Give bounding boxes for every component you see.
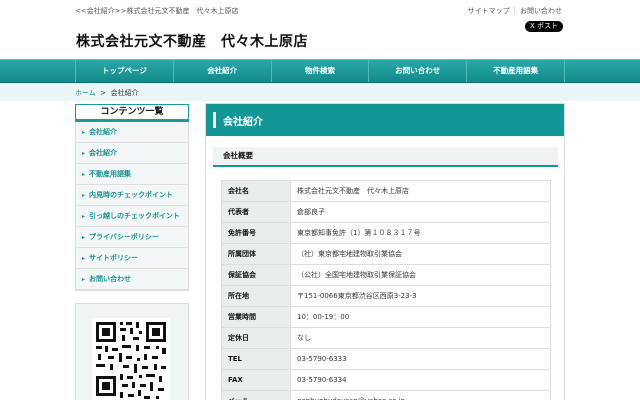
sidebar-item-label: 会社紹介 <box>89 149 118 157</box>
chevron-right-icon: ▸ <box>82 150 86 157</box>
site-title[interactable]: 株式会社元文不動産 代々木上原店 <box>76 31 308 51</box>
qr-code-panel <box>75 303 189 400</box>
nav-item-top[interactable]: トップページ <box>75 60 173 82</box>
row-value: （公社）全国宅地建物取引業保証協会 <box>290 264 551 286</box>
breadcrumb-separator: > <box>100 89 107 97</box>
sidebar-item-label: 不動産用語集 <box>89 170 132 178</box>
sidebar-item-label: 内見時のチェックポイント <box>89 191 174 199</box>
main-content: 会社紹介 会社概要 会社名 株式会社元文不動産 代々木上原店 代表者 倉部良子 免許… <box>205 103 565 400</box>
row-label: TEL <box>221 348 291 370</box>
table-row: 所在地 〒151-0066東京都渋谷区西原3-23-3 <box>221 285 551 307</box>
row-label: 営業時間 <box>221 306 291 328</box>
row-value: 株式会社元文不動産 代々木上原店 <box>290 180 551 202</box>
sidebar-item-viewing-checkpoints[interactable]: ▸ 内見時のチェックポイント <box>76 185 188 206</box>
table-row: 免許番号 東京都知事免許（1）第１０８３１７号 <box>221 222 551 244</box>
row-label: FAX <box>221 369 291 391</box>
table-row: 代表者 倉部良子 <box>221 201 551 223</box>
sidebar-item-glossary[interactable]: ▸ 不動産用語集 <box>76 164 188 185</box>
chevron-right-icon: ▸ <box>82 234 86 241</box>
sidebar-item-moving-checkpoints[interactable]: ▸ 引っ越しのチェックポイント <box>76 206 188 227</box>
sidebar-title: コンテンツ一覧 <box>75 104 189 122</box>
x-post-button[interactable]: X ポスト <box>525 21 563 32</box>
qr-code-image <box>92 318 170 400</box>
chevron-right-icon: ▸ <box>82 276 86 283</box>
section-title: 会社概要 <box>213 147 558 167</box>
table-row: FAX 03-5790-6334 <box>221 369 551 391</box>
chevron-right-icon: ▸ <box>82 171 86 178</box>
title-accent-bar <box>213 112 216 128</box>
top-bar: <<会社紹介>>株式会社元文不動産 代々木上原店 サイトマップ | お問い合わせ <box>0 0 640 18</box>
row-label: 所属団体 <box>221 243 291 265</box>
chevron-right-icon: ▸ <box>82 213 86 220</box>
email-link[interactable]: genbunhudousan@yahoo.co.jp <box>290 390 551 400</box>
chevron-right-icon: ▸ <box>82 192 86 199</box>
row-value: 10：00-19：00 <box>290 306 551 328</box>
row-label: 代表者 <box>221 201 291 223</box>
nav-item-contact[interactable]: お問い合わせ <box>368 60 466 82</box>
breadcrumb: ホーム > 会社紹介 <box>75 88 139 98</box>
row-label: メール <box>221 390 291 400</box>
row-value: 東京都知事免許（1）第１０８３１７号 <box>290 222 551 244</box>
top-breadcrumb[interactable]: <<会社紹介>>株式会社元文不動産 代々木上原店 <box>75 6 238 16</box>
table-row: 定休日 なし <box>221 327 551 349</box>
row-value: 倉部良子 <box>290 201 551 223</box>
table-row: TEL 03-5790-6333 <box>221 348 551 370</box>
table-row: 営業時間 10：00-19：00 <box>221 306 551 328</box>
global-nav: トップページ 会社紹介 物件検索 お問い合わせ 不動産用語集 <box>0 59 640 83</box>
row-value: 03-5790-6334 <box>290 369 551 391</box>
sidebar-item-contact[interactable]: ▸ お問い合わせ <box>76 269 188 290</box>
sidebar-item-label: 会社紹介 <box>89 128 118 136</box>
sidebar: コンテンツ一覧 ▸ 会社紹介 ▸ 会社紹介 ▸ 不動産用語集 ▸ 内見時のチェックポイン… <box>75 104 189 291</box>
nav-item-glossary[interactable]: 不動産用語集 <box>466 60 565 82</box>
row-label: 会社名 <box>221 180 291 202</box>
row-value: 〒151-0066東京都渋谷区西原3-23-3 <box>290 285 551 307</box>
table-row: 所属団体 （社）東京都宅地建物取引業協会 <box>221 243 551 265</box>
breadcrumb-bar: ホーム > 会社紹介 <box>0 83 640 101</box>
chevron-right-icon: ▸ <box>82 255 86 262</box>
breadcrumb-current: 会社紹介 <box>110 89 139 97</box>
sidebar-item-company[interactable]: ▸ 会社紹介 <box>76 122 188 143</box>
sidebar-item-label: お問い合わせ <box>89 275 132 283</box>
row-value: （社）東京都宅地建物取引業協会 <box>290 243 551 265</box>
sitemap-link[interactable]: サイトマップ <box>468 6 510 16</box>
company-info-table: 会社名 株式会社元文不動産 代々木上原店 代表者 倉部良子 免許番号 東京都知事免許（… <box>221 180 551 400</box>
contact-link[interactable]: お問い合わせ <box>520 6 562 16</box>
row-label: 所在地 <box>221 285 291 307</box>
top-link-separator: | <box>513 6 516 14</box>
row-label: 定休日 <box>221 327 291 349</box>
table-row: メールgenbunhudousan@yahoo.co.jp <box>221 390 551 400</box>
page-title: 会社紹介 <box>223 117 263 128</box>
sidebar-item-label: サイトポリシー <box>89 254 139 262</box>
chevron-right-icon: ▸ <box>82 129 86 136</box>
sidebar-list: ▸ 会社紹介 ▸ 会社紹介 ▸ 不動産用語集 ▸ 内見時のチェックポイント ▸ 引っ越しの… <box>75 122 189 291</box>
sidebar-item-site-policy[interactable]: ▸ サイトポリシー <box>76 248 188 269</box>
row-value: 03-5790-6333 <box>290 348 551 370</box>
top-links: サイトマップ | お問い合わせ <box>468 6 562 16</box>
table-row: 会社名 株式会社元文不動産 代々木上原店 <box>221 180 551 202</box>
sidebar-item-company-2[interactable]: ▸ 会社紹介 <box>76 143 188 164</box>
row-label: 免許番号 <box>221 222 291 244</box>
breadcrumb-home[interactable]: ホーム <box>75 89 96 97</box>
row-value: なし <box>290 327 551 349</box>
page-title-bar: 会社紹介 <box>206 104 564 136</box>
nav-item-company[interactable]: 会社紹介 <box>172 60 271 82</box>
row-label: 保証協会 <box>221 264 291 286</box>
sidebar-item-label: プライバシーポリシー <box>89 233 159 241</box>
sidebar-item-label: 引っ越しのチェックポイント <box>89 212 181 220</box>
table-row: 保証協会 （公社）全国宅地建物取引業保証協会 <box>221 264 551 286</box>
nav-item-property-search[interactable]: 物件検索 <box>270 60 369 82</box>
sidebar-item-privacy-policy[interactable]: ▸ プライバシーポリシー <box>76 227 188 248</box>
